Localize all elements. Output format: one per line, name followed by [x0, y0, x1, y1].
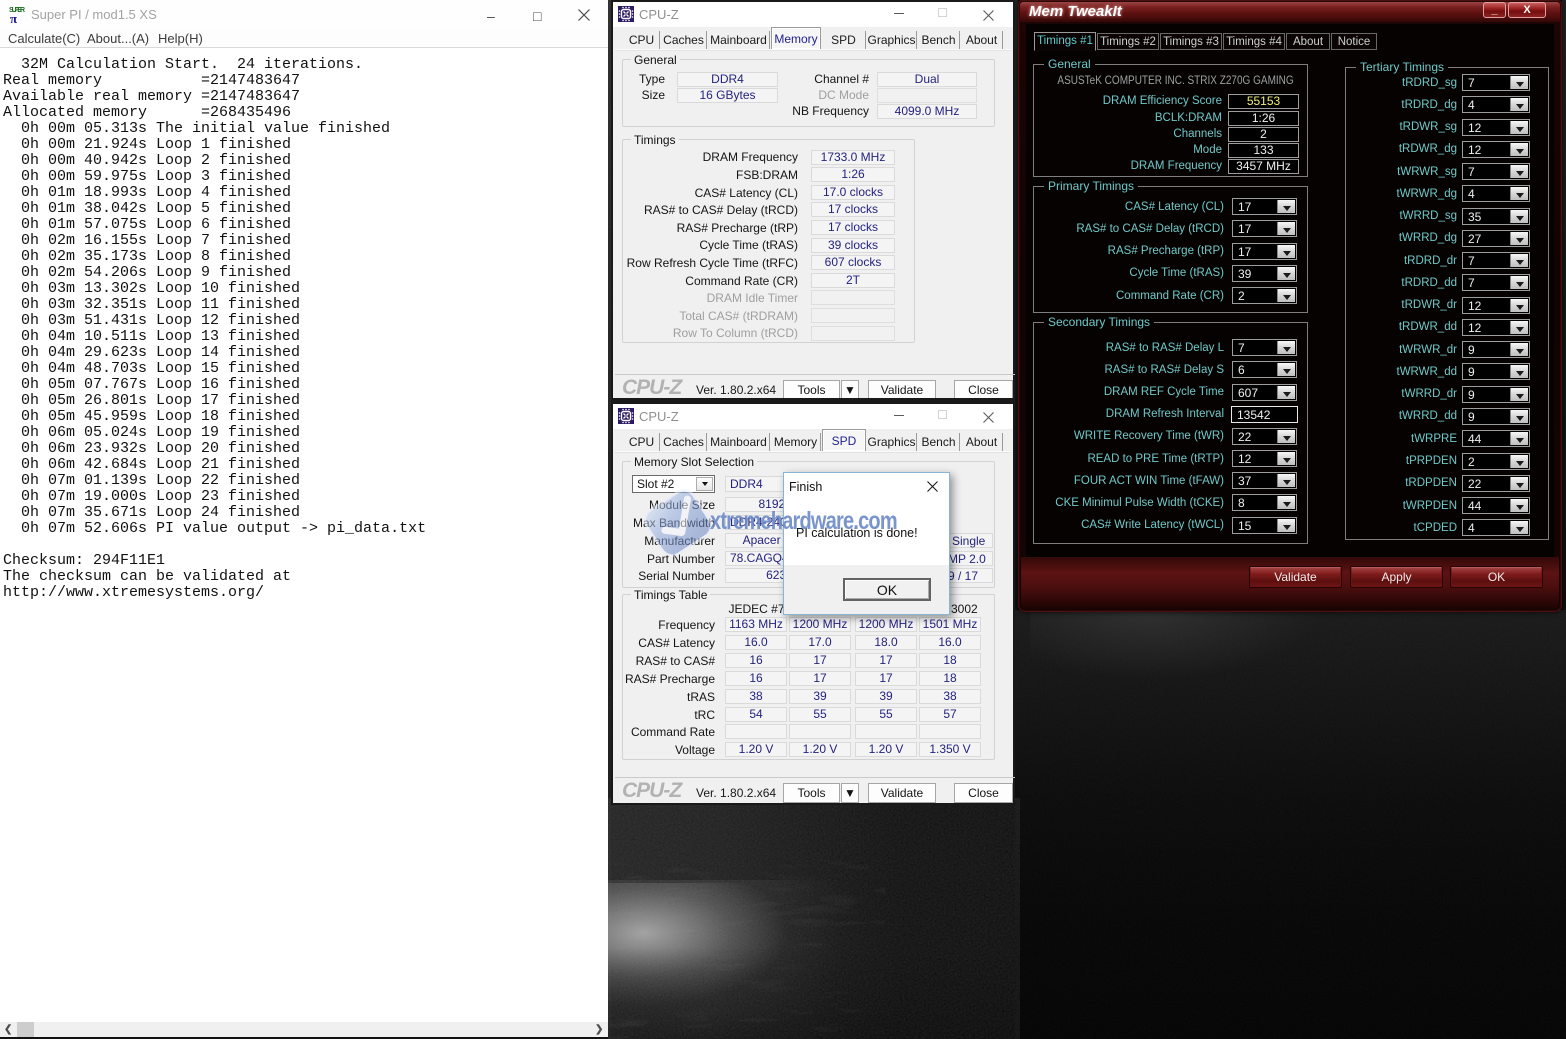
svg-text:π: π	[10, 11, 17, 25]
